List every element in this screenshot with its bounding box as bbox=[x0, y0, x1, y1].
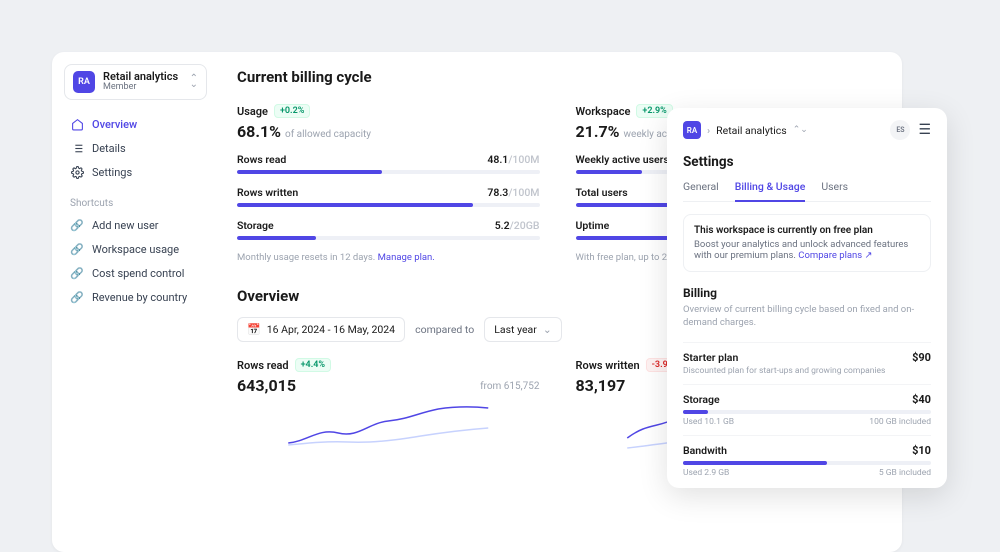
link-icon: 🔗 bbox=[70, 266, 84, 280]
nav-overview[interactable]: Overview bbox=[64, 112, 207, 136]
tab-general[interactable]: General bbox=[683, 180, 719, 202]
avatar[interactable]: ES bbox=[890, 120, 910, 140]
workspace-label: Workspace bbox=[576, 105, 631, 118]
usage-value: 68.1% bbox=[237, 122, 281, 141]
usage-note: Monthly usage resets in 12 days. Manage … bbox=[237, 252, 540, 263]
workspace-badge: RA bbox=[73, 71, 95, 93]
shortcut-add-user[interactable]: 🔗Add new user bbox=[64, 213, 207, 237]
settings-tabs: General Billing & Usage Users bbox=[683, 180, 931, 202]
breadcrumb-separator: › bbox=[707, 124, 710, 137]
billing-sub: Overview of current billing cycle based … bbox=[683, 303, 931, 330]
shortcut-revenue[interactable]: 🔗Revenue by country bbox=[64, 285, 207, 309]
storage-bar bbox=[237, 236, 540, 240]
settings-title: Settings bbox=[683, 154, 931, 170]
shortcut-workspace-usage[interactable]: 🔗Workspace usage bbox=[64, 237, 207, 261]
compare-period-select[interactable]: Last year⌄ bbox=[484, 317, 561, 342]
shortcuts-heading: Shortcuts bbox=[64, 184, 207, 213]
rows-read-bar bbox=[237, 170, 540, 174]
shortcut-cost-spend[interactable]: 🔗Cost spend control bbox=[64, 261, 207, 285]
plan-storage: Storage $40 Used 10.1 GB100 GB included bbox=[683, 384, 931, 435]
nav-label: Overview bbox=[92, 118, 137, 131]
chevron-updown-icon[interactable]: ⌃⌄ bbox=[793, 125, 808, 135]
bandwidth-usage-bar bbox=[683, 461, 931, 465]
usage-sub: of allowed capacity bbox=[285, 129, 371, 140]
billing-heading: Billing bbox=[683, 286, 931, 300]
nav-label: Details bbox=[92, 142, 126, 155]
compare-plans-link[interactable]: Compare plans ↗ bbox=[798, 250, 872, 261]
free-plan-banner: This workspace is currently on free plan… bbox=[683, 214, 931, 272]
chevron-down-icon: ⌄ bbox=[543, 323, 552, 336]
calendar-icon: 📅 bbox=[247, 323, 261, 336]
banner-title: This workspace is currently on free plan bbox=[694, 225, 920, 236]
nav-settings[interactable]: Settings bbox=[64, 160, 207, 184]
list-icon bbox=[70, 141, 84, 155]
usage-label: Usage bbox=[237, 105, 268, 118]
settings-panel: RA › Retail analytics ⌃⌄ ES ☰ Settings G… bbox=[667, 108, 947, 488]
workspace-role: Member bbox=[103, 83, 182, 93]
link-icon: 🔗 bbox=[70, 218, 84, 232]
tab-users[interactable]: Users bbox=[821, 180, 848, 202]
workspace-value: 21.7% bbox=[576, 122, 620, 141]
page-title: Current billing cycle bbox=[237, 68, 878, 86]
home-icon bbox=[70, 117, 84, 131]
usage-delta-badge: +0.2% bbox=[274, 104, 310, 118]
rows-read-from: from 615,752 bbox=[480, 381, 539, 392]
rows-read-delta: +4.4% bbox=[295, 358, 331, 372]
plan-bandwidth: Bandwith $10 Used 2.9 GB5 GB included bbox=[683, 435, 931, 486]
plan-starter: Starter plan Discounted plan for start-u… bbox=[683, 342, 931, 384]
sidebar: RA Retail analytics Member ⌃⌄ Overview D… bbox=[52, 52, 219, 552]
workspace-badge-small: RA bbox=[683, 121, 701, 139]
nav-details[interactable]: Details bbox=[64, 136, 207, 160]
breadcrumb-name: Retail analytics bbox=[716, 124, 787, 137]
menu-icon[interactable]: ☰ bbox=[918, 122, 931, 138]
workspace-switcher[interactable]: RA Retail analytics Member ⌃⌄ bbox=[64, 64, 207, 100]
date-range-picker[interactable]: 📅16 Apr, 2024 - 16 May, 2024 bbox=[237, 317, 405, 342]
gear-icon bbox=[70, 165, 84, 179]
nav-label: Settings bbox=[92, 166, 132, 179]
rows-written-bar bbox=[237, 203, 540, 207]
link-icon: 🔗 bbox=[70, 242, 84, 256]
tab-billing[interactable]: Billing & Usage bbox=[735, 180, 806, 202]
storage-usage-bar bbox=[683, 410, 931, 414]
link-icon: 🔗 bbox=[70, 290, 84, 304]
rows-read-sparkline bbox=[237, 403, 540, 453]
chevron-updown-icon: ⌃⌄ bbox=[190, 76, 198, 88]
manage-plan-link[interactable]: Manage plan. bbox=[378, 252, 435, 263]
